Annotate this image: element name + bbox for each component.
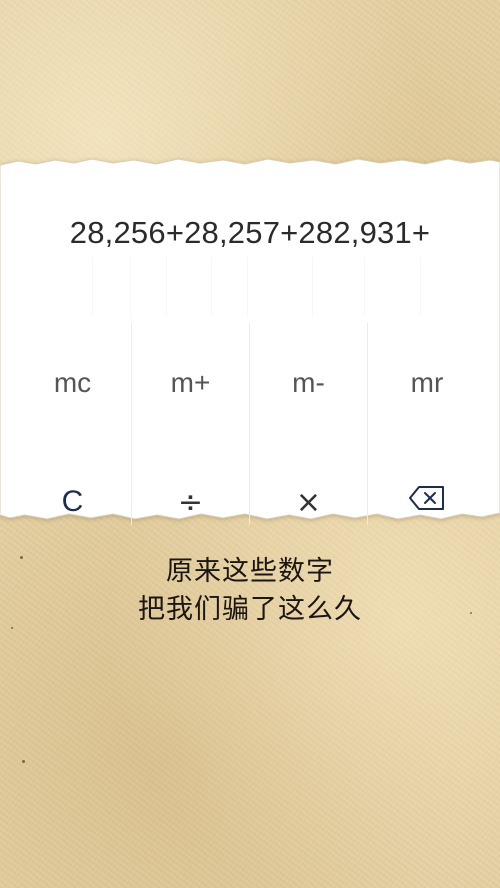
calculator-display: 28,256+28,257+282,931+ (69, 215, 431, 250)
caption-text: 原来这些数字 把我们骗了这么久 (0, 553, 500, 629)
backspace-button[interactable] (368, 433, 486, 525)
divide-icon: ÷ (177, 485, 204, 520)
display-grid-lines (0, 257, 500, 317)
calculator-keypad: mc m+ m- mr C ÷ × (14, 323, 486, 525)
memory-recall-button[interactable]: mr (368, 323, 486, 433)
caption-line-1: 原来这些数字 (166, 556, 334, 587)
multiply-icon: × (295, 485, 322, 520)
caption-line-2: 把我们骗了这么久 (138, 594, 362, 625)
memory-add-button[interactable]: m+ (132, 323, 250, 433)
clear-icon: C (61, 485, 84, 518)
backspace-icon (408, 485, 446, 511)
clear-button[interactable]: C (14, 433, 132, 525)
calculator-strip: 28,256+28,257+282,931+ mc m+ m- mr C ÷ × (0, 157, 500, 525)
memory-clear-button[interactable]: mc (14, 323, 132, 433)
memory-subtract-button[interactable]: m- (250, 323, 368, 433)
multiply-button[interactable]: × (250, 433, 368, 525)
paper-speck (22, 760, 25, 763)
divide-button[interactable]: ÷ (132, 433, 250, 525)
